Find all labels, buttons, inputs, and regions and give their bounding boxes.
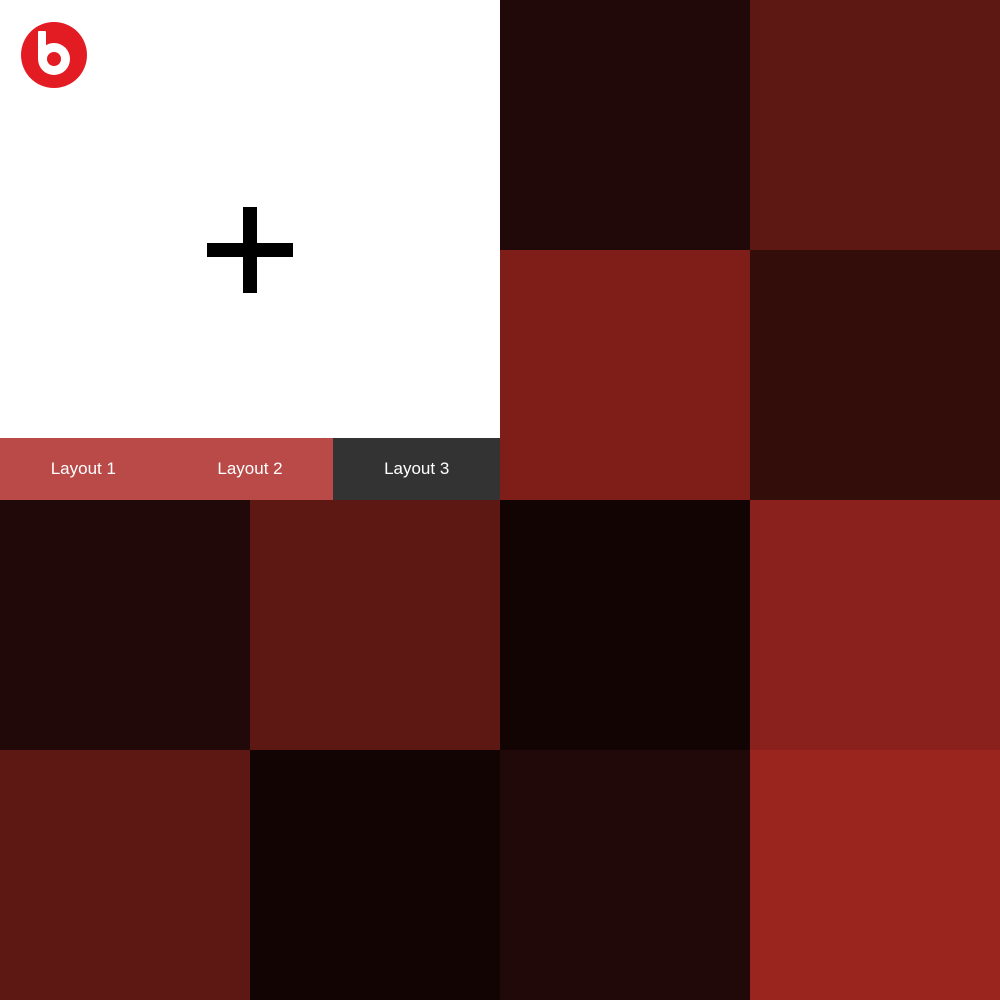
tile-r2-c4[interactable] — [750, 250, 1000, 500]
tile-r3-c3[interactable] — [500, 500, 750, 750]
add-layout-button[interactable] — [207, 207, 293, 293]
tile-r4-c3[interactable] — [500, 750, 750, 1000]
tile-r3-c1[interactable] — [0, 500, 250, 750]
tile-r2-c3[interactable] — [500, 250, 750, 500]
plus-icon-vertical — [243, 207, 257, 293]
tile-r3-c4[interactable] — [750, 500, 1000, 750]
tile-r4-c1[interactable] — [0, 750, 250, 1000]
tab-layout-2[interactable]: Layout 2 — [166, 438, 334, 500]
beats-logo-icon — [21, 22, 87, 88]
tile-r4-c2[interactable] — [250, 750, 500, 1000]
layout-tabs: Layout 1 Layout 2 Layout 3 — [0, 438, 501, 500]
tile-r4-c4[interactable] — [750, 750, 1000, 1000]
tile-r1-c3[interactable] — [500, 0, 750, 250]
tile-r1-c4[interactable] — [750, 0, 1000, 250]
tab-layout-1[interactable]: Layout 1 — [0, 438, 167, 500]
tile-r3-c2[interactable] — [250, 500, 500, 750]
editor-panel: Layout 1 Layout 2 Layout 3 — [0, 0, 501, 500]
tab-layout-3[interactable]: Layout 3 — [333, 438, 501, 500]
